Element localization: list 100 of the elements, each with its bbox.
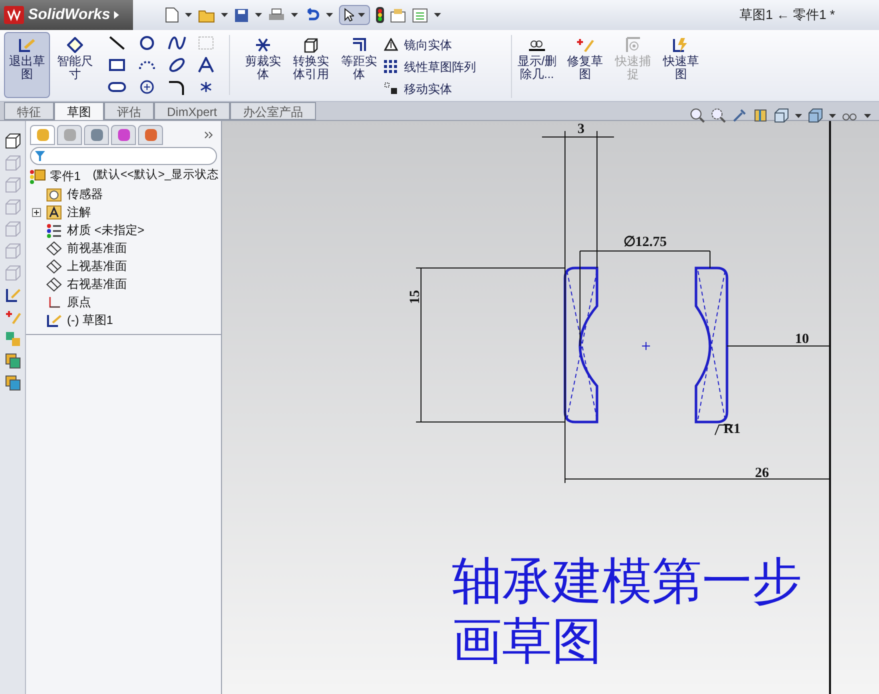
tab[interactable]: DimXpert	[154, 102, 230, 120]
tree-item[interactable]: (-) 草图1	[46, 311, 113, 329]
caret-icon[interactable]	[864, 114, 871, 118]
dimension-label[interactable]: ∅12.75	[623, 235, 667, 250]
configuration-manager-icon[interactable]	[84, 125, 109, 145]
layers-icon[interactable]	[4, 375, 20, 391]
tree-root-description: (默认<<默认>_显示状态	[92, 168, 220, 184]
plane-icon	[46, 276, 62, 292]
view-cube-icon[interactable]	[4, 133, 20, 149]
spline-icon[interactable]	[168, 35, 186, 51]
traffic-light-icon[interactable]	[376, 7, 384, 23]
sketch-note-text: 轴承建模第一步	[452, 553, 802, 609]
save-icon[interactable]	[234, 8, 249, 22]
plus-pencil-icon[interactable]	[4, 309, 20, 325]
ribbon-button[interactable]: 智能尺寸	[52, 32, 98, 98]
sketch-lightning-icon	[672, 37, 690, 53]
offset-icon	[351, 37, 367, 53]
tab[interactable]: 办公室产品	[230, 102, 316, 120]
caret-icon[interactable]	[358, 13, 365, 17]
sketch-note-text: 画草图	[452, 613, 603, 669]
tree-item[interactable]: 原点	[46, 293, 91, 311]
circle-icon[interactable]	[138, 35, 156, 51]
caret-icon[interactable]	[795, 114, 802, 118]
ribbon-button[interactable]: 退出草图	[4, 32, 50, 98]
part-icon	[29, 168, 46, 184]
ribbon-button[interactable]: 等距实体	[336, 32, 382, 98]
grid-icon	[384, 60, 398, 73]
tree-item[interactable]: 注解	[46, 203, 91, 221]
sketch-icon	[46, 312, 62, 328]
tab[interactable]: 评估	[104, 102, 154, 120]
view-orientation-icon[interactable]	[774, 108, 789, 123]
dimension-label[interactable]: 15	[408, 290, 423, 304]
open-folder-icon[interactable]	[198, 8, 215, 22]
sketch-pencil-icon	[18, 37, 36, 53]
dimension-label[interactable]: 3	[578, 122, 584, 137]
cube-icon	[303, 37, 319, 53]
tab[interactable]: 特征	[4, 102, 54, 120]
properties-icon[interactable]	[390, 8, 406, 22]
ribbon-list-item[interactable]: 镜向实体	[384, 35, 507, 54]
polygon-icon[interactable]	[138, 79, 156, 95]
dimension-label[interactable]: 26	[755, 466, 769, 481]
ribbon-button[interactable]: 转换实体引用	[288, 32, 334, 98]
dimension-icon	[67, 37, 83, 53]
fillet-icon[interactable]	[168, 79, 186, 95]
zoom-area-icon[interactable]	[711, 108, 726, 123]
ellipse-icon[interactable]	[168, 57, 186, 73]
folder-gauge-icon	[46, 186, 62, 202]
tree-item[interactable]: 右视基准面	[46, 275, 127, 293]
caret-icon[interactable]	[326, 13, 333, 17]
section-view-icon[interactable]	[753, 108, 768, 123]
outlined-letter-a-icon[interactable]	[197, 57, 216, 73]
slot-icon[interactable]	[108, 79, 126, 95]
ribbon-button[interactable]: 修复草图	[562, 32, 608, 98]
undo-icon[interactable]	[304, 8, 320, 22]
ribbon-list-item[interactable]: 移动实体	[384, 79, 507, 98]
expand-chevron-icon[interactable]	[204, 131, 213, 139]
center-mark	[642, 342, 650, 350]
display-style-icon[interactable]	[808, 108, 823, 123]
layers-icon[interactable]	[4, 353, 20, 369]
logo-icon	[4, 6, 24, 24]
caret-icon[interactable]	[291, 13, 298, 17]
ribbon-button[interactable]: 剪裁实体	[240, 32, 286, 98]
caret-icon[interactable]	[255, 13, 262, 17]
sketch-pencil-icon[interactable]	[4, 287, 20, 303]
menu-arrow-icon[interactable]	[114, 11, 120, 19]
ribbon-button[interactable]: 快速草图	[658, 32, 704, 98]
caret-icon[interactable]	[829, 114, 836, 118]
zoom-fit-icon[interactable]	[690, 108, 705, 123]
options-list-icon[interactable]	[412, 8, 428, 22]
tree-item[interactable]: 上视基准面	[46, 257, 127, 275]
material-icon	[46, 222, 62, 238]
tree-root-item[interactable]: 零件1 (默认<<默认>_显示状态	[26, 167, 221, 185]
line-icon[interactable]	[108, 35, 126, 51]
caret-icon[interactable]	[185, 13, 192, 17]
ribbon-list-item[interactable]: 线性草图阵列	[384, 57, 507, 76]
tree-item[interactable]: 材质 <未指定>	[46, 221, 144, 239]
tree-root-label: 零件1	[50, 168, 81, 185]
tree-item[interactable]: 前视基准面	[46, 239, 127, 257]
appearance-icon[interactable]	[138, 125, 163, 145]
trim-icon	[255, 37, 271, 53]
dimxpert-icon[interactable]	[111, 125, 136, 145]
triangle-icon	[384, 38, 398, 51]
ribbon-button[interactable]: 显示/删除几...	[514, 32, 560, 98]
print-icon[interactable]	[268, 8, 285, 22]
caret-icon[interactable]	[221, 13, 228, 17]
snap-icon	[625, 37, 641, 53]
filter-field[interactable]	[30, 147, 217, 165]
filter-icon	[35, 151, 45, 161]
expand-toggle-icon[interactable]	[32, 208, 40, 216]
document-title: 草图1 ← 零件1 *	[740, 6, 835, 24]
tree-item[interactable]: 传感器	[46, 185, 103, 203]
rectangle-icon[interactable]	[108, 57, 126, 73]
letter-a-icon	[46, 204, 62, 220]
dimension-label[interactable]: 10	[795, 332, 809, 347]
plus-pencil-icon	[576, 37, 594, 53]
select-button[interactable]	[339, 5, 370, 25]
new-document-icon[interactable]	[165, 7, 179, 23]
plane-icon	[46, 258, 62, 274]
caret-icon[interactable]	[434, 13, 441, 17]
tab[interactable]: 草图	[54, 102, 104, 120]
